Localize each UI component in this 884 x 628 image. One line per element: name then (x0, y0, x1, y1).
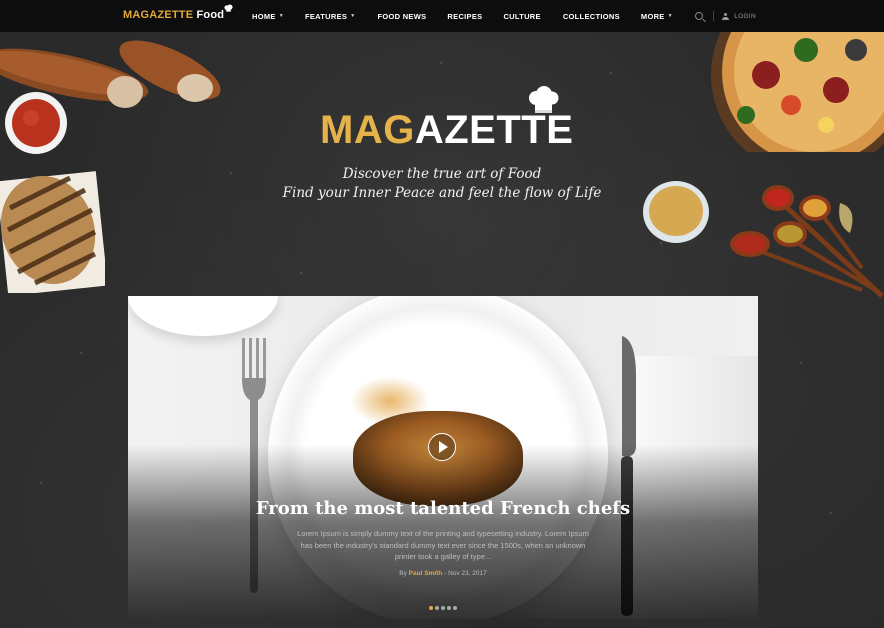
hero-tagline-2: Find your Inner Peace and feel the flow … (282, 185, 602, 201)
slider-pagination (128, 606, 758, 610)
caret-down-icon: ▼ (350, 13, 356, 19)
logo-food-text: Food (196, 9, 225, 21)
menu-label: HOME (252, 11, 276, 21)
by-label: By (399, 570, 407, 577)
menu-label: RECIPES (447, 11, 483, 21)
slider-dot[interactable] (435, 606, 439, 610)
menu-label: FEATURES (304, 11, 348, 21)
slide-title[interactable]: From the most talented French chefs (128, 498, 758, 519)
menu-item-culture[interactable]: CULTURE (503, 12, 540, 21)
featured-slider[interactable]: From the most talented French chefs Lore… (128, 296, 758, 619)
author-link[interactable]: Paul Smith (409, 570, 443, 577)
menu-label: MORE (640, 11, 665, 21)
slider-dot[interactable] (453, 606, 457, 610)
hero-brand-gold: MAG (320, 108, 415, 152)
menu-item-features[interactable]: FEATURES ▼ (305, 12, 356, 21)
menu-item-food-news[interactable]: FOOD NEWS (377, 12, 426, 21)
menu-label: COLLECTIONS (562, 11, 620, 21)
slide-excerpt: Lorem Ipsum is simply dummy text of the … (297, 529, 589, 561)
date-separator: - (444, 570, 447, 577)
post-date: Nov 23, 2017 (448, 570, 487, 577)
menu-item-home[interactable]: HOME ▼ (252, 12, 284, 21)
chef-hat-icon (224, 4, 233, 12)
slider-dot[interactable] (429, 606, 433, 610)
site-logo[interactable]: MAGAZETTE Food (123, 4, 233, 21)
menu-label: CULTURE (503, 11, 541, 21)
play-icon[interactable] (428, 433, 456, 461)
nav-actions: LOGIN (695, 0, 756, 32)
slider-dot[interactable] (447, 606, 451, 610)
sauce-bowl-image (5, 92, 67, 154)
nav-divider (713, 11, 715, 21)
hero-tagline-1: Discover the true art of Food (342, 166, 542, 182)
login-link[interactable]: LOGIN (734, 13, 756, 20)
search-icon[interactable] (695, 12, 704, 20)
chef-hat-icon (529, 86, 559, 113)
slide-meta: By Paul Smith - Nov 23, 2017 (128, 570, 758, 577)
slider-dot[interactable] (441, 606, 445, 610)
menu-item-collections[interactable]: COLLECTIONS (563, 12, 620, 21)
pizza-image (711, 20, 884, 152)
menu-item-more[interactable]: MORE ▼ (641, 12, 673, 21)
caret-down-icon: ▼ (278, 13, 284, 19)
caret-down-icon: ▼ (667, 13, 673, 19)
main-menu: HOME ▼ FEATURES ▼ FOOD NEWS RECIPES CULT… (252, 0, 673, 32)
top-navigation: MAGAZETTE Food HOME ▼ FEATURES ▼ FOOD NE… (0, 0, 884, 32)
menu-item-recipes[interactable]: RECIPES (447, 12, 482, 21)
logo-brand-text: MAGAZETTE (123, 9, 194, 21)
hero-brand-logo: MAGAZETTE (320, 110, 573, 150)
user-icon[interactable] (722, 12, 730, 20)
menu-label: FOOD NEWS (377, 11, 427, 21)
